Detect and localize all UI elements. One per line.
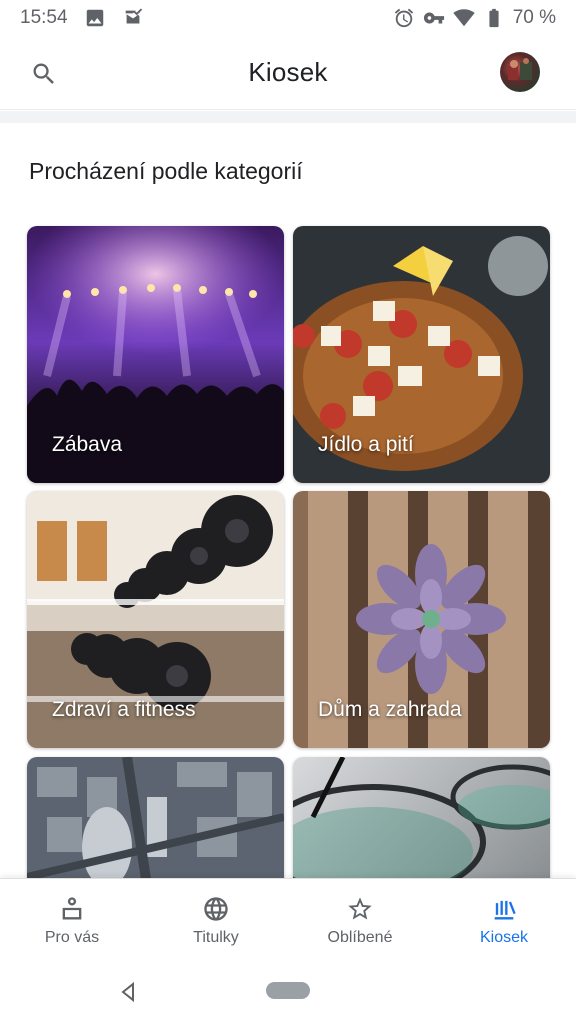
newsstand-icon	[494, 900, 516, 920]
category-label: Dům a zahrada	[318, 698, 462, 721]
status-right: 70 %	[393, 7, 556, 29]
globe-icon	[204, 897, 228, 921]
wifi-icon	[453, 7, 475, 29]
nav-label: Oblíbené	[327, 929, 393, 946]
category-tile-dum[interactable]: Dům a zahrada	[293, 491, 550, 748]
nav-item-oblibene[interactable]: Oblíbené	[288, 879, 432, 968]
back-icon[interactable]	[116, 980, 140, 1004]
bottom-navigation: Pro vás Titulky Oblíbené Kiosek	[0, 878, 576, 968]
for-you-icon	[62, 897, 82, 920]
star-icon	[348, 897, 372, 920]
nav-label: Kiosek	[479, 929, 529, 946]
search-icon	[33, 63, 54, 84]
system-navigation-bar	[0, 968, 576, 1024]
image-icon	[84, 7, 106, 29]
category-tile-zdravi[interactable]: Zdraví a fitness	[27, 491, 284, 748]
header-divider	[0, 111, 576, 123]
nav-item-pro-vas[interactable]: Pro vás	[0, 879, 144, 968]
home-pill[interactable]	[266, 982, 310, 999]
category-label: Zábava	[52, 433, 123, 456]
key-icon	[423, 7, 445, 29]
account-avatar[interactable]	[500, 52, 540, 92]
section-title: Procházení podle kategorií	[29, 158, 303, 184]
app-bar: Kiosek	[0, 36, 576, 110]
category-tile-jidlo[interactable]: Jídlo a pití	[293, 226, 550, 483]
alarm-icon	[393, 7, 415, 29]
category-tile-zabava[interactable]: Zábava	[27, 226, 284, 483]
nav-item-titulky[interactable]: Titulky	[144, 879, 288, 968]
app-title: Kiosek	[248, 57, 328, 87]
status-bar: 15:54 70 %	[0, 0, 576, 36]
nav-label: Titulky	[193, 929, 239, 946]
mail-done-icon	[122, 7, 144, 29]
battery-icon	[483, 7, 505, 29]
search-button[interactable]	[24, 56, 64, 92]
nav-label: Pro vás	[44, 929, 100, 946]
status-time: 15:54	[20, 7, 68, 28]
nav-item-kiosek[interactable]: Kiosek	[432, 879, 576, 968]
status-left: 15:54	[20, 7, 144, 29]
battery-percentage: 70 %	[512, 7, 556, 28]
category-label: Zdraví a fitness	[52, 698, 196, 721]
category-label: Jídlo a pití	[318, 433, 414, 456]
